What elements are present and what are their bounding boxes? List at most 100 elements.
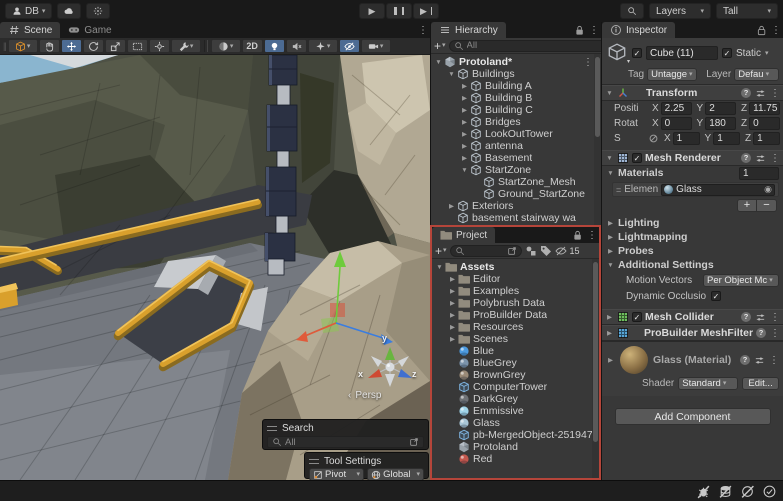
presets-icon[interactable] (755, 312, 766, 323)
hierarchy-row[interactable]: ▶ Building B (431, 92, 601, 104)
shader-dropdown[interactable]: Standard ▾ (678, 377, 738, 390)
drag-handle-icon[interactable]: = (616, 185, 621, 195)
gizmo-y-label[interactable]: y (382, 333, 387, 343)
hierarchy-row[interactable]: ▶ Bridges (431, 116, 601, 128)
help-icon[interactable]: ? (741, 88, 751, 98)
scene-search-field[interactable] (267, 436, 424, 448)
filter-by-type-icon[interactable] (525, 245, 537, 257)
project-row[interactable]: ▶ ProBuilder Data (432, 309, 599, 321)
cache-disabled-icon[interactable] (718, 484, 733, 499)
fold-arrow[interactable]: ▼ (459, 167, 470, 174)
hierarchy-row[interactable]: ▼ Protoland* ⋮ (431, 56, 601, 68)
value-y-field[interactable]: 1 (713, 132, 740, 145)
value-y-field[interactable]: 2 (705, 102, 736, 115)
fold-arrow[interactable]: ▶ (447, 275, 458, 283)
fold-arrow[interactable]: ▶ (447, 311, 458, 319)
project-row[interactable]: Emmissive (432, 405, 599, 417)
popout-icon[interactable] (409, 437, 419, 447)
fold-arrow[interactable]: ▶ (447, 299, 458, 307)
presets-icon[interactable] (755, 88, 766, 99)
fold-arrow[interactable]: ▶ (447, 323, 458, 331)
drag-handle-icon[interactable] (309, 459, 319, 464)
project-row[interactable]: pb-MergedObject-2519470 (432, 429, 599, 441)
bloom-settings-button[interactable] (86, 3, 110, 19)
cloud-button[interactable] (57, 3, 81, 19)
value-z-field[interactable]: 11.75 (749, 102, 780, 115)
popout-icon[interactable] (507, 246, 517, 256)
kebab-icon[interactable]: ⋮ (770, 312, 780, 323)
fold-arrow[interactable]: ▶ (446, 202, 457, 210)
hierarchy-search-field[interactable] (449, 40, 617, 52)
fold-arrow[interactable]: ▶ (459, 94, 470, 102)
activity-check-icon[interactable] (762, 484, 777, 499)
create-asset-button[interactable]: + ▾ (435, 244, 447, 258)
scene-search-input[interactable] (285, 437, 406, 448)
fold-arrow[interactable]: ▶ (605, 329, 614, 337)
hierarchy-row[interactable]: ▶ Basement (431, 152, 601, 164)
help-icon[interactable]: ? (741, 153, 751, 163)
hierarchy-row[interactable]: basement stairway wa (431, 212, 601, 224)
value-y-field[interactable]: 180 (705, 117, 736, 130)
materials-count-field[interactable]: 1 (739, 167, 779, 180)
transform-tool[interactable] (149, 39, 170, 53)
project-scrollbar[interactable] (592, 259, 599, 478)
probuilder-meshfilter-header[interactable]: ▶ ProBuilder MeshFilter ? ⋮ (602, 325, 783, 341)
layout-dropdown[interactable]: Tall ▾ (716, 3, 778, 19)
hierarchy-scrollbar[interactable] (594, 54, 601, 225)
hierarchy-row[interactable]: Ground_StartZone (431, 188, 601, 200)
foldout-row[interactable]: ▶ Lightmapping (602, 230, 783, 244)
effects-dropdown[interactable]: ▾ (308, 39, 338, 53)
fold-arrow[interactable]: ▼ (433, 59, 444, 66)
fold-arrow[interactable]: ▶ (459, 106, 470, 114)
object-picker-icon[interactable]: ◉ (764, 185, 772, 194)
hidden-packages-eye-icon[interactable] (555, 245, 567, 257)
kebab-icon[interactable]: ⋮ (418, 25, 428, 36)
edit-shader-button[interactable]: Edit... (742, 377, 779, 390)
project-row[interactable]: ▶ Resources (432, 321, 599, 333)
mesh-renderer-header[interactable]: ▼ ✓ Mesh Renderer ? ⋮ (602, 150, 783, 166)
project-row[interactable]: ComputerTower (432, 381, 599, 393)
foldout-row[interactable]: ▶ Probes (602, 244, 783, 258)
search-button[interactable] (620, 3, 644, 19)
project-row[interactable]: Red (432, 453, 599, 465)
2d-mode-toggle[interactable]: 2D (242, 39, 263, 53)
value-z-field[interactable]: 1 (753, 132, 780, 145)
pivot-mode-dropdown[interactable]: Pivot ▾ (309, 468, 364, 480)
perspective-toggle[interactable]: ‹ Persp (348, 390, 412, 401)
kebab-icon[interactable]: ⋮ (589, 25, 599, 36)
project-row[interactable]: BrownGrey (432, 369, 599, 381)
layers-dropdown[interactable]: Layers ▾ (649, 3, 711, 19)
fold-arrow[interactable]: ▶ (459, 118, 470, 126)
dynamic-occlusion-checkbox[interactable]: ✓ (711, 291, 721, 301)
create-add-button[interactable]: + ▾ (434, 39, 446, 53)
hierarchy-row[interactable]: ▼ StartZone (431, 164, 601, 176)
remove-element-button[interactable]: − (757, 199, 777, 212)
drag-handle-icon[interactable]: || (3, 41, 6, 51)
fold-arrow[interactable]: ▶ (459, 142, 470, 150)
project-row[interactable]: ▼ Assets (432, 261, 599, 273)
project-search-field[interactable] (450, 245, 522, 257)
foldout-row[interactable]: ▶ Lighting (602, 216, 783, 230)
pause-button[interactable] (386, 3, 412, 19)
static-checkbox[interactable]: ✓ (722, 48, 732, 58)
active-checkbox[interactable]: ✓ (632, 48, 642, 58)
project-row[interactable]: DarkGrey (432, 393, 599, 405)
scene-viewport[interactable]: x y z ‹ Persp Search (0, 55, 430, 480)
shading-mode-dropdown[interactable]: ▾ (211, 39, 241, 53)
tab-inspector[interactable]: Inspector (602, 22, 675, 38)
scene-visibility-toggle[interactable] (339, 39, 360, 53)
project-search-input[interactable] (468, 245, 504, 256)
tab-project[interactable]: Project (432, 227, 495, 243)
lock-icon[interactable] (575, 25, 585, 36)
link-icon[interactable] (649, 134, 658, 143)
kebab-icon[interactable]: ⋮ (771, 25, 781, 36)
fold-arrow[interactable]: ▶ (459, 82, 470, 90)
hierarchy-search-input[interactable] (467, 40, 599, 51)
project-row[interactable]: ▶ Examples (432, 285, 599, 297)
presets-icon[interactable] (755, 153, 766, 164)
refresh-disabled-icon[interactable] (740, 484, 755, 499)
mesh-collider-header[interactable]: ▶ ✓ Mesh Collider ? ⋮ (602, 309, 783, 325)
materials-foldout[interactable]: ▼ Materials 1 (602, 166, 783, 180)
fold-arrow[interactable]: ▶ (459, 154, 470, 162)
lock-icon[interactable] (757, 25, 767, 36)
